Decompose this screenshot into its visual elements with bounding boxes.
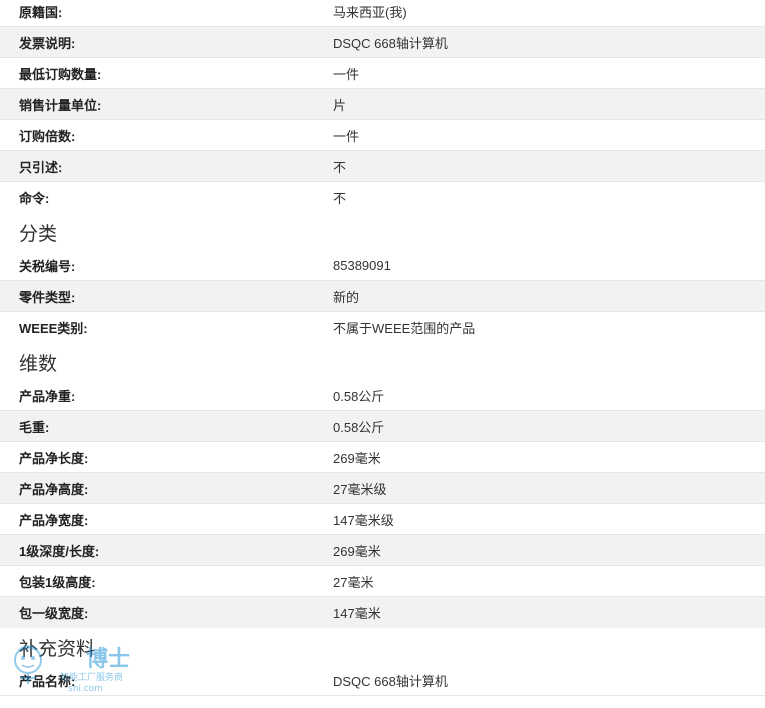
spec-label: 产品净宽度: — [19, 512, 89, 528]
spec-label: 命令: — [19, 191, 50, 206]
spec-label: 产品净重: — [19, 388, 76, 404]
spec-row-quote-only: 只引述: 不 — [0, 151, 765, 182]
spec-label: 产品名称: — [19, 673, 76, 689]
spec-row-invoice-desc: 发票说明: DSQC 668轴计算机 — [0, 27, 765, 58]
spec-row-part-type: 零件类型: 新的 — [0, 281, 765, 312]
spec-label: 包装1级高度: — [19, 574, 96, 590]
spec-row-net-height: 产品净高度: 27毫米级 — [0, 473, 765, 504]
spec-value: 147毫米级 — [333, 512, 394, 528]
spec-value: 27毫米级 — [333, 481, 387, 497]
spec-value: 85389091 — [333, 257, 391, 273]
spec-label: 产品净高度: — [19, 481, 89, 497]
spec-value: 新的 — [333, 289, 360, 305]
spec-label: 只引述: — [19, 159, 63, 175]
spec-row-tariff-code: 关税编号: 85389091 — [0, 250, 765, 281]
spec-value: 不 — [333, 159, 347, 175]
spec-row-sales-unit: 销售计量单位: 片 — [0, 89, 765, 120]
spec-label: 包一级宽度: — [19, 606, 89, 621]
spec-row-pkg-height: 包装1级高度: 27毫米 — [0, 566, 765, 597]
spec-label: WEEE类别: — [19, 321, 88, 336]
spec-label: 关税编号: — [19, 258, 76, 274]
spec-value: 片 — [333, 97, 347, 113]
spec-label: 毛重: — [19, 419, 50, 435]
spec-label: 最低订购数量: — [19, 66, 102, 82]
spec-row-pkg-depth: 1级深度/长度: 269毫米 — [0, 535, 765, 566]
spec-label: 零件类型: — [19, 289, 76, 305]
spec-sheet: 原籍国: 马来西亚(我) 发票说明: DSQC 668轴计算机 最低订购数量: … — [0, 0, 765, 696]
spec-label: 产品净长度: — [19, 450, 89, 466]
spec-value: 269毫米 — [333, 450, 381, 466]
spec-row-weee: WEEE类别: 不属于WEEE范围的产品 — [0, 312, 765, 343]
spec-label: 原籍国: — [19, 4, 63, 20]
spec-row-pkg-width: 包一级宽度: 147毫米 — [0, 597, 765, 628]
section-general: 原籍国: 马来西亚(我) 发票说明: DSQC 668轴计算机 最低订购数量: … — [0, 0, 765, 213]
spec-value: 269毫米 — [333, 543, 381, 559]
spec-value: 不 — [333, 191, 347, 206]
spec-row-order: 命令: 不 — [0, 182, 765, 213]
section-heading: 补充资料 — [19, 639, 96, 660]
spec-label: 发票说明: — [19, 35, 76, 51]
section-heading: 分类 — [19, 224, 58, 245]
spec-value: 马来西亚(我) — [333, 4, 407, 20]
spec-value: 0.58公斤 — [333, 388, 385, 404]
spec-row-origin: 原籍国: 马来西亚(我) — [0, 0, 765, 27]
spec-value: 一件 — [333, 66, 360, 82]
spec-label: 销售计量单位: — [19, 97, 102, 113]
spec-row-net-weight: 产品净重: 0.58公斤 — [0, 380, 765, 411]
section-dimensions: 维数 产品净重: 0.58公斤 毛重: 0.58公斤 产品净长度: 269毫米 … — [0, 343, 765, 628]
spec-value: 0.58公斤 — [333, 419, 385, 435]
spec-value: 27毫米 — [333, 574, 374, 590]
section-supplementary: 补充资料 产品名称: DSQC 668轴计算机 — [0, 628, 765, 696]
spec-value: 一件 — [333, 128, 360, 144]
spec-value: DSQC 668轴计算机 — [333, 35, 448, 51]
spec-label: 1级深度/长度: — [19, 543, 100, 559]
spec-row-gross-weight: 毛重: 0.58公斤 — [0, 411, 765, 442]
spec-value: DSQC 668轴计算机 — [333, 673, 448, 689]
spec-row-min-order: 最低订购数量: 一件 — [0, 58, 765, 89]
spec-value: 147毫米 — [333, 606, 381, 621]
spec-row-order-multiple: 订购倍数: 一件 — [0, 120, 765, 151]
spec-row-product-name: 产品名称: DSQC 668轴计算机 — [0, 665, 765, 696]
spec-label: 订购倍数: — [19, 128, 76, 144]
spec-row-net-width: 产品净宽度: 147毫米级 — [0, 504, 765, 535]
spec-row-net-length: 产品净长度: 269毫米 — [0, 442, 765, 473]
section-classification: 分类 关税编号: 85389091 零件类型: 新的 WEEE类别: 不属于WE… — [0, 213, 765, 343]
section-heading: 维数 — [19, 354, 58, 375]
spec-value: 不属于WEEE范围的产品 — [333, 321, 476, 336]
